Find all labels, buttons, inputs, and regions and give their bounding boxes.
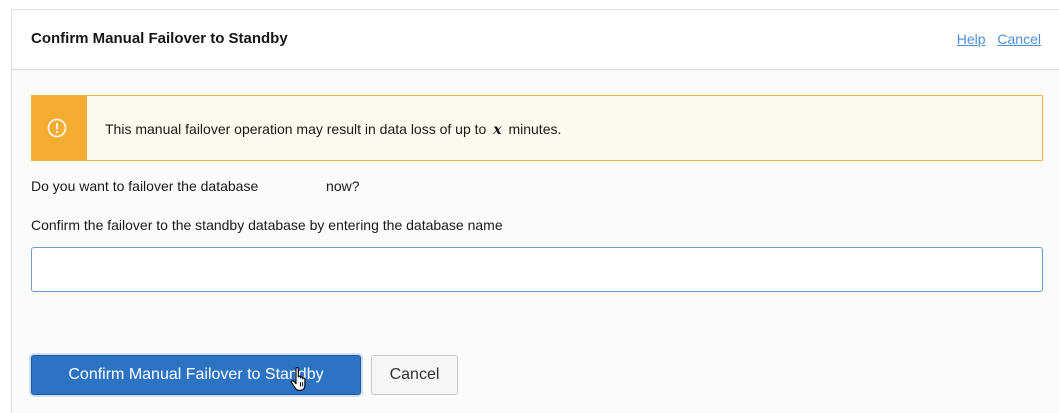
question-text-before: Do you want to failover the database xyxy=(31,178,259,194)
warning-strip xyxy=(32,96,87,160)
database-name-input[interactable] xyxy=(31,247,1043,292)
warning-message: This manual failover operation may resul… xyxy=(105,121,561,138)
cancel-button[interactable]: Cancel xyxy=(371,355,458,395)
warning-text-after: minutes. xyxy=(508,121,562,137)
dialog-header: Confirm Manual Failover to Standby Help … xyxy=(12,10,1059,70)
confirm-label: Confirm the failover to the standby data… xyxy=(31,217,503,233)
warning-circle-icon xyxy=(47,118,67,138)
dialog-title: Confirm Manual Failover to Standby xyxy=(31,30,288,47)
warning-variable: x xyxy=(493,122,502,138)
confirm-failover-button[interactable]: Confirm Manual Failover to Standby xyxy=(31,355,361,395)
help-link[interactable]: Help xyxy=(957,31,986,47)
header-links: Help Cancel xyxy=(957,31,1041,47)
warning-text-before: This manual failover operation may resul… xyxy=(105,121,487,137)
cancel-link[interactable]: Cancel xyxy=(997,31,1041,47)
warning-banner: This manual failover operation may resul… xyxy=(31,95,1043,161)
failover-dialog: Confirm Manual Failover to Standby Help … xyxy=(11,9,1059,413)
question-text-after: now? xyxy=(326,178,360,194)
failover-question: Do you want to failover the database now… xyxy=(31,178,360,194)
